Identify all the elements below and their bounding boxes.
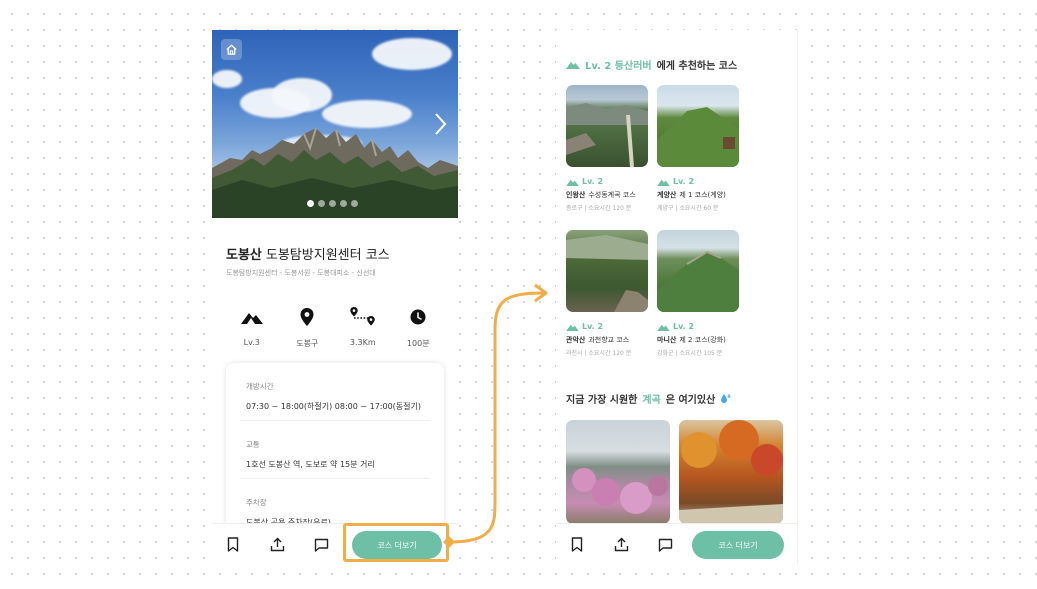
user-level: Lv. 2 등산러버: [585, 61, 652, 72]
recommendation-screen: Lv. 2 등산러버 에게 추천하는 코스 Lv. 2 인왕산 수성동계곡 코스 …: [556, 30, 798, 565]
course-card[interactable]: Lv. 2 마니산 제 2 코스(강화) 강화군 | 소요시간 105 분: [657, 230, 739, 357]
course-meta: 계양구 | 소요시간 60 분: [657, 205, 719, 212]
course-meta: 과천시 | 소요시간 120 분: [566, 350, 632, 357]
course-level: Lv. 2: [566, 322, 648, 331]
mountain-level-icon: [657, 324, 670, 331]
mountain-name: 인왕산: [566, 191, 586, 199]
mountain-name: 마니산: [657, 336, 677, 344]
mountain-level-icon: [566, 62, 580, 69]
more-courses-button[interactable]: 코스 더보기: [692, 531, 784, 559]
mountain-name: 관악산: [566, 336, 586, 344]
course-label: 과천향교 코스: [588, 336, 630, 344]
course-card[interactable]: Lv. 2 인왕산 수성동계곡 코스 종로구 | 소요시간 120 분: [566, 85, 648, 212]
course-card[interactable]: Lv. 2 관악산 과천향교 코스 과천시 | 소요시간 120 분: [566, 230, 648, 357]
share-button[interactable]: [612, 536, 630, 554]
course-label: 수성동계곡 코스: [588, 191, 636, 199]
course-label: 제 2 코스(강화): [679, 336, 726, 344]
recommend-title-text: 에게 추천하는 코스: [656, 61, 738, 72]
valley-title-accent: 계곡: [642, 395, 661, 406]
course-meta: 강화군 | 소요시간 105 분: [657, 350, 723, 357]
course-level: Lv. 2: [566, 177, 648, 186]
course-name: 관악산 과천향교 코스: [566, 335, 648, 345]
mountain-name: 계양산: [657, 191, 677, 199]
course-photo: [657, 85, 739, 167]
course-meta: 종로구 | 소요시간 120 분: [566, 205, 632, 212]
course-photo: [566, 85, 648, 167]
comment-icon: [658, 538, 672, 552]
flow-arrow: [443, 283, 548, 548]
course-name: 마니산 제 2 코스(강화): [657, 335, 739, 345]
level-label: Lv. 2: [582, 322, 604, 331]
valley-photo-list: [566, 420, 783, 524]
course-photo: [657, 230, 739, 312]
comment-button[interactable]: [656, 536, 674, 554]
level-label: Lv. 2: [673, 322, 695, 331]
level-label: Lv. 2: [582, 177, 604, 186]
course-card[interactable]: Lv. 2 계양산 제 1 코스(계양) 계양구 | 소요시간 60 분: [657, 85, 739, 212]
mountain-level-icon: [566, 324, 579, 331]
mountain-level-icon: [566, 179, 579, 186]
mountain-level-icon: [657, 179, 670, 186]
course-name: 인왕산 수성동계곡 코스: [566, 190, 648, 200]
bookmark-button[interactable]: [568, 536, 586, 554]
course-level: Lv. 2: [657, 177, 739, 186]
valley-title-text: 지금 가장 시원한: [566, 395, 638, 406]
course-name: 계양산 제 1 코스(계양): [657, 190, 739, 200]
valley-section-title: 지금 가장 시원한 계곡 은 여기있산: [566, 391, 732, 406]
course-label: 제 1 코스(계양): [679, 191, 726, 199]
recommended-course-list: Lv. 2 인왕산 수성동계곡 코스 종로구 | 소요시간 120 분 Lv. 2…: [566, 85, 740, 357]
valley-title-rest: 은 여기있산: [665, 395, 716, 406]
course-photo: [566, 230, 648, 312]
valley-photo[interactable]: [679, 420, 783, 524]
bottom-action-bar: 코스 더보기: [556, 523, 797, 565]
level-label: Lv. 2: [673, 177, 695, 186]
valley-photo[interactable]: [566, 420, 670, 524]
recommend-section-title: Lv. 2 등산러버 에게 추천하는 코스: [566, 57, 737, 72]
bookmark-icon: [571, 537, 583, 552]
water-drops-icon: [721, 393, 731, 403]
share-icon: [614, 537, 628, 552]
course-level: Lv. 2: [657, 322, 739, 331]
